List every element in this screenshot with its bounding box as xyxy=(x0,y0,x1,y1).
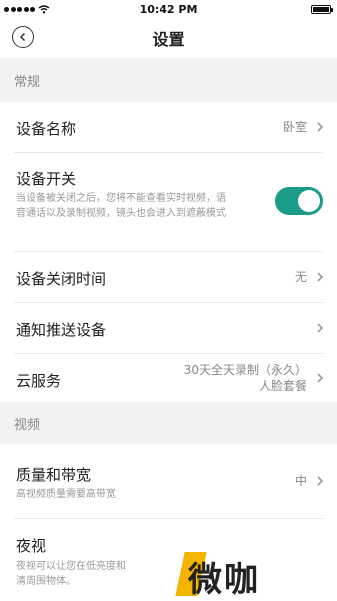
chevron-right-icon xyxy=(317,272,324,282)
device-switch-toggle[interactable] xyxy=(275,187,323,215)
page-title: 设置 xyxy=(152,30,185,49)
quality-description: 高视频质量需要高带宽 xyxy=(16,489,116,500)
chevron-right-icon xyxy=(317,373,324,383)
status-bar: 10:42 PM xyxy=(0,0,337,18)
off-time-label: 设备关闭时间 xyxy=(16,270,107,288)
chevron-right-icon xyxy=(317,122,324,132)
off-time-row[interactable]: 设备关闭时间 无 xyxy=(0,252,337,302)
cloud-service-row[interactable]: 云服务 30天全天录制（永久） 人脸套餐 xyxy=(0,354,337,402)
watermark-text: 微咖 xyxy=(188,560,260,600)
night-vision-description-line1: 夜视可以让您在低亮度和 xyxy=(16,561,126,572)
quality-label: 质量和带宽 xyxy=(16,466,92,484)
chevron-right-icon xyxy=(317,476,324,486)
night-vision-description-line2: 清周围物体。 xyxy=(16,576,76,587)
device-switch-label: 设备开关 xyxy=(16,170,77,188)
notify-devices-label: 通知推送设备 xyxy=(16,321,107,339)
device-name-row[interactable]: 设备名称 卧室 xyxy=(0,102,337,152)
cloud-service-plan: 30天全天录制（永久） xyxy=(183,363,307,377)
back-icon xyxy=(19,32,26,42)
toggle-knob xyxy=(298,190,320,212)
quality-bandwidth-row[interactable]: 质量和带宽 高视频质量需要高带宽 中 xyxy=(0,444,337,518)
chevron-right-icon xyxy=(317,323,324,333)
back-button[interactable] xyxy=(12,26,34,48)
device-name-value: 卧室 xyxy=(282,120,307,134)
section-header-video: 视频 xyxy=(0,402,337,444)
night-vision-label: 夜视 xyxy=(16,537,47,555)
device-name-label: 设备名称 xyxy=(16,120,77,138)
section-header-general: 常规 xyxy=(0,58,337,102)
device-switch-row: 设备开关 当设备被关闭之后，您将不能查看实时视频，语 音通话以及录制视频，镜头也… xyxy=(0,153,337,251)
quality-value: 中 xyxy=(294,474,307,488)
cloud-service-package: 人脸套餐 xyxy=(258,379,307,393)
navigation-bar: 设置 xyxy=(0,18,337,58)
device-switch-description-line2: 音通话以及录制视频，镜头也会进入到遮蔽模式 xyxy=(16,208,226,219)
off-time-value: 无 xyxy=(294,270,307,284)
watermark-logo: 微咖 xyxy=(175,550,320,600)
status-time: 10:42 PM xyxy=(139,2,198,16)
device-switch-description-line1: 当设备被关闭之后，您将不能查看实时视频，语 xyxy=(16,193,226,204)
battery-icon xyxy=(311,4,333,14)
notify-devices-row[interactable]: 通知推送设备 xyxy=(0,303,337,353)
cloud-service-label: 云服务 xyxy=(16,372,62,390)
